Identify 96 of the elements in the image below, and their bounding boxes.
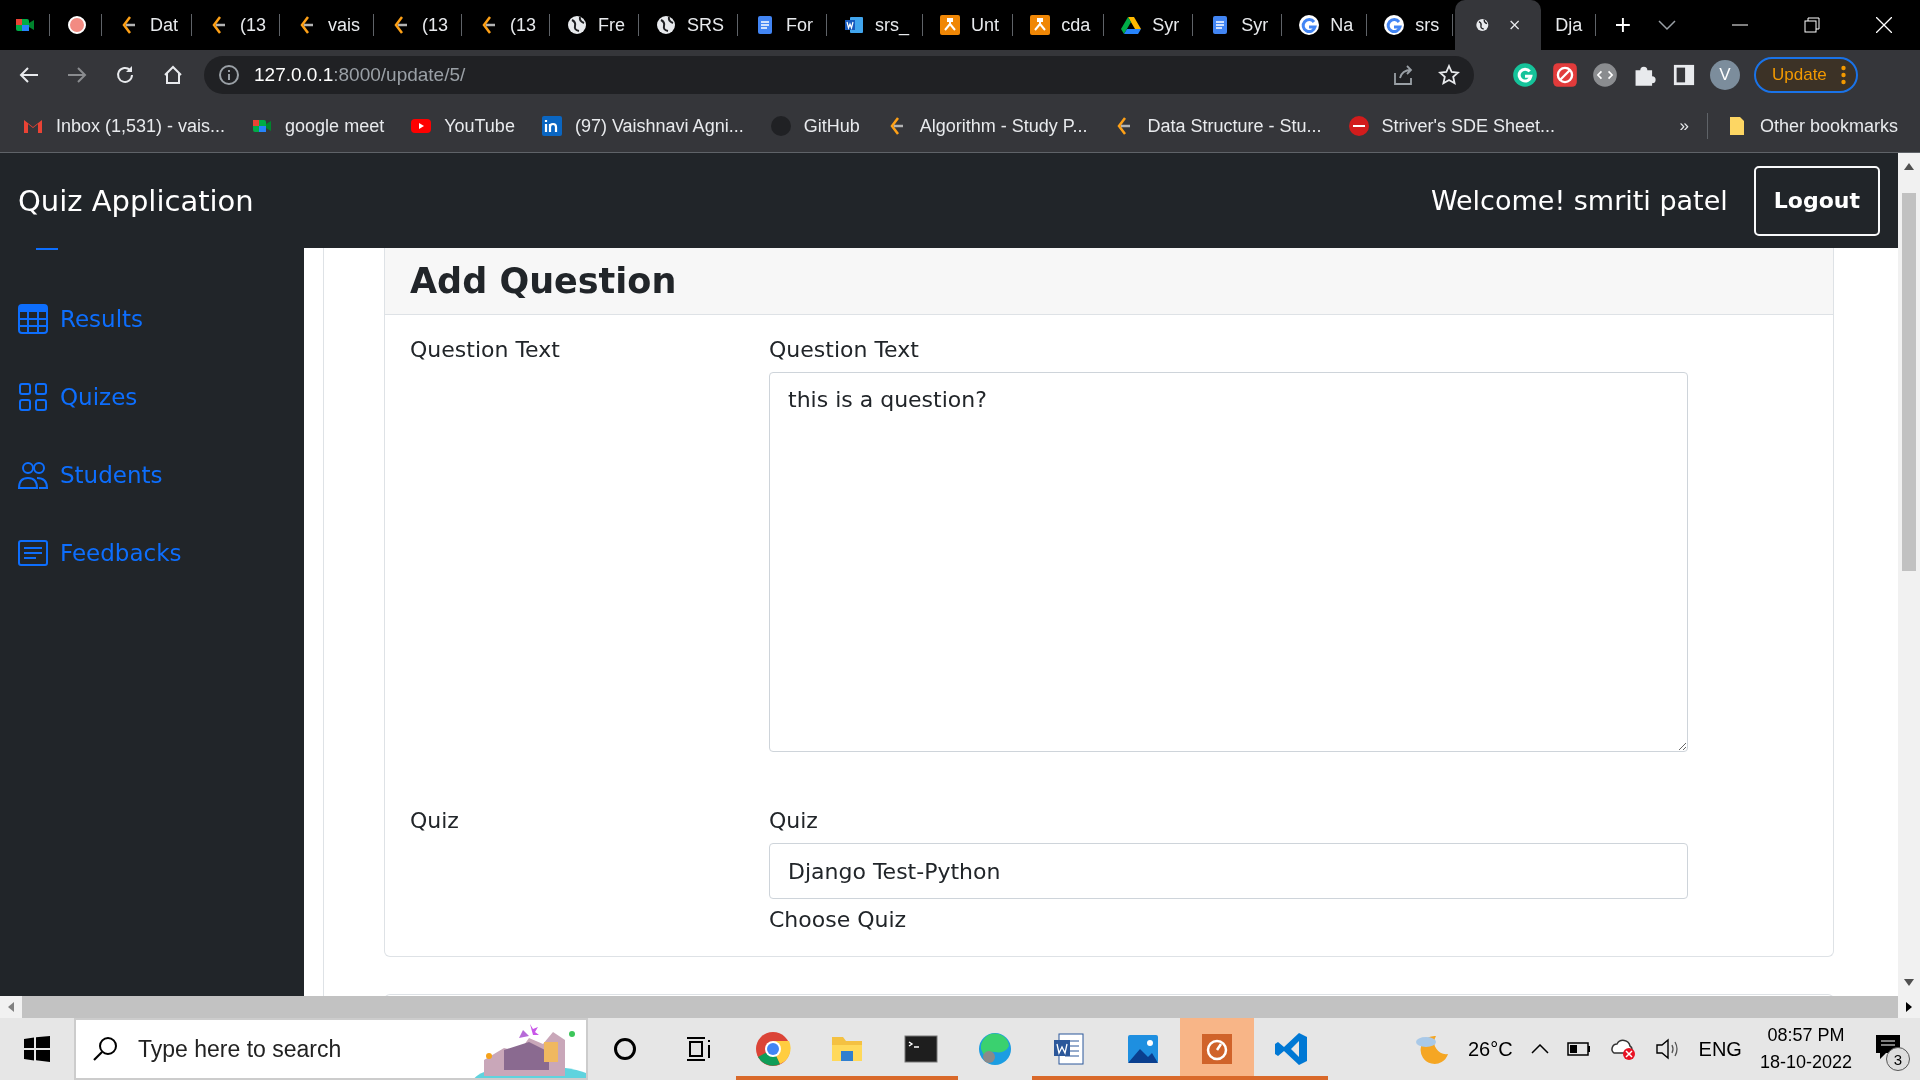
search-icon: [92, 1036, 118, 1062]
bookmark[interactable]: google meet: [251, 115, 385, 137]
blocked-icon[interactable]: [1552, 62, 1578, 88]
grid-icon: [18, 382, 48, 412]
field-label: Quiz: [410, 808, 460, 835]
people-icon: [18, 461, 48, 489]
battery-icon[interactable]: [1566, 1042, 1591, 1056]
quiz-select[interactable]: Django Test-Python: [769, 843, 1688, 899]
task-view-icon[interactable]: [686, 1037, 712, 1061]
more-bookmarks-button[interactable]: »: [1679, 116, 1689, 136]
g-letter-icon: [1383, 14, 1406, 36]
message-box-icon: [18, 540, 48, 566]
restore-icon[interactable]: [1804, 17, 1820, 33]
browser-tab[interactable]: [1455, 0, 1542, 50]
browser-tab[interactable]: Fre: [552, 0, 642, 50]
info-icon[interactable]: [218, 64, 240, 86]
table-icon: [18, 304, 48, 334]
more-icon: [1840, 65, 1846, 85]
question-textarea[interactable]: this is a question?: [769, 372, 1688, 752]
share-icon[interactable]: [1392, 64, 1414, 86]
chevron-up-icon[interactable]: [1530, 1044, 1549, 1054]
language-indicator[interactable]: ENG: [1698, 1037, 1742, 1061]
browser-tab[interactable]: (13: [376, 0, 465, 50]
g-letter-icon: [1298, 14, 1321, 36]
scroll-left-icon[interactable]: [7, 1001, 15, 1013]
star-icon[interactable]: [1438, 64, 1460, 86]
diagram-icon: [1029, 14, 1052, 36]
scroll-down-icon[interactable]: [1903, 978, 1915, 988]
logout-button[interactable]: Logout: [1753, 165, 1880, 236]
browser-tab[interactable]: (13: [194, 0, 283, 50]
field-label: Question Text: [769, 337, 920, 362]
document-icon[interactable]: [1051, 1031, 1087, 1067]
browser-tab[interactable]: srs_: [829, 0, 926, 50]
new-tab-icon[interactable]: [1616, 16, 1630, 34]
notification-count: 3: [1886, 1047, 1910, 1071]
field-label: Quiz: [769, 808, 819, 833]
close-icon[interactable]: [1876, 17, 1892, 33]
in-letters-icon[interactable]: [540, 115, 563, 137]
gauge-icon[interactable]: [1199, 1031, 1235, 1067]
record-icon: [66, 14, 88, 36]
clock-date: 18-10-2022: [1759, 1052, 1852, 1073]
browser-tab[interactable]: Na: [1284, 0, 1370, 50]
bookmark[interactable]: Data Structure - Stu...: [1113, 115, 1322, 137]
triangle-icon: [1120, 14, 1143, 36]
clock-time: 08:57 PM: [1767, 1025, 1845, 1046]
swirl-icon[interactable]: [977, 1031, 1013, 1067]
temperature[interactable]: 26°C: [1467, 1037, 1513, 1061]
scroll-right-icon[interactable]: [1905, 1001, 1913, 1013]
browser-tab[interactable]: Dja: [1541, 0, 1599, 50]
chevron-down-icon[interactable]: [1658, 19, 1676, 31]
windows-logo-icon[interactable]: [24, 1036, 50, 1062]
search-placeholder: Type here to search: [138, 1035, 342, 1063]
bookmark[interactable]: Striver's SDE Sheet...: [1347, 115, 1555, 137]
clock[interactable]: 08:57 PM 18-10-2022: [1759, 1025, 1852, 1073]
browser-tab[interactable]: (13: [464, 0, 553, 50]
code-icon[interactable]: [1592, 62, 1618, 88]
field-label: Question Text: [410, 337, 561, 364]
code-editor-icon[interactable]: [1273, 1031, 1309, 1067]
circle-g-icon[interactable]: [1512, 62, 1538, 88]
document-icon: [843, 14, 866, 36]
cloud-error-icon[interactable]: [1608, 1037, 1637, 1061]
bookmark[interactable]: (97) Vaishnavi Agni...: [540, 115, 744, 137]
bookmark[interactable]: Algorithm - Study P...: [885, 115, 1088, 137]
welcome-message: Welcome! smriti patel: [1430, 185, 1728, 216]
app-brand[interactable]: Quiz Application: [18, 183, 254, 218]
update-button[interactable]: Update: [1754, 57, 1858, 93]
taskbar-search-field[interactable]: Type here to search: [74, 1018, 588, 1080]
home-icon[interactable]: [162, 64, 184, 86]
bookmark[interactable]: Inbox (1,531) - vais...: [22, 115, 226, 137]
browser-tab[interactable]: vais: [282, 0, 377, 50]
globe-icon: [566, 14, 589, 36]
globe-icon: [655, 14, 678, 36]
browser-tab[interactable]: srs: [1369, 0, 1456, 50]
bookmark[interactable]: YouTube: [410, 115, 515, 137]
scroll-up-icon[interactable]: [1903, 161, 1915, 171]
bookmark-folder[interactable]: Other bookmarks: [1725, 115, 1898, 137]
circle-icon[interactable]: [1347, 115, 1370, 137]
scrollbar-thumb[interactable]: [1902, 193, 1916, 571]
diagram-icon: [939, 14, 962, 36]
close-icon[interactable]: [1509, 18, 1520, 32]
browser-tab[interactable]: Syr: [1195, 0, 1285, 50]
browser-tab[interactable]: cda: [1015, 0, 1107, 50]
browser-icon[interactable]: [755, 1031, 791, 1067]
browser-tab[interactable]: Syr: [1106, 0, 1196, 50]
browser-tab[interactable]: SRS: [641, 0, 741, 50]
address-bar[interactable]: 127.0.0.1:8000/update/5/: [204, 56, 1474, 94]
side-panel-icon[interactable]: [1672, 63, 1696, 87]
bookmark[interactable]: GitHub: [769, 115, 860, 137]
browser-tab[interactable]: Dat: [104, 0, 194, 50]
browser-tab[interactable]: For: [740, 0, 830, 50]
form-title: Add Question: [410, 261, 677, 301]
reload-icon[interactable]: [114, 64, 136, 86]
speaker-icon[interactable]: [1654, 1038, 1681, 1060]
circle-icon[interactable]: [613, 1037, 637, 1061]
help-text: Choose Quiz: [769, 907, 908, 932]
browser-tab[interactable]: Unt: [925, 0, 1016, 50]
